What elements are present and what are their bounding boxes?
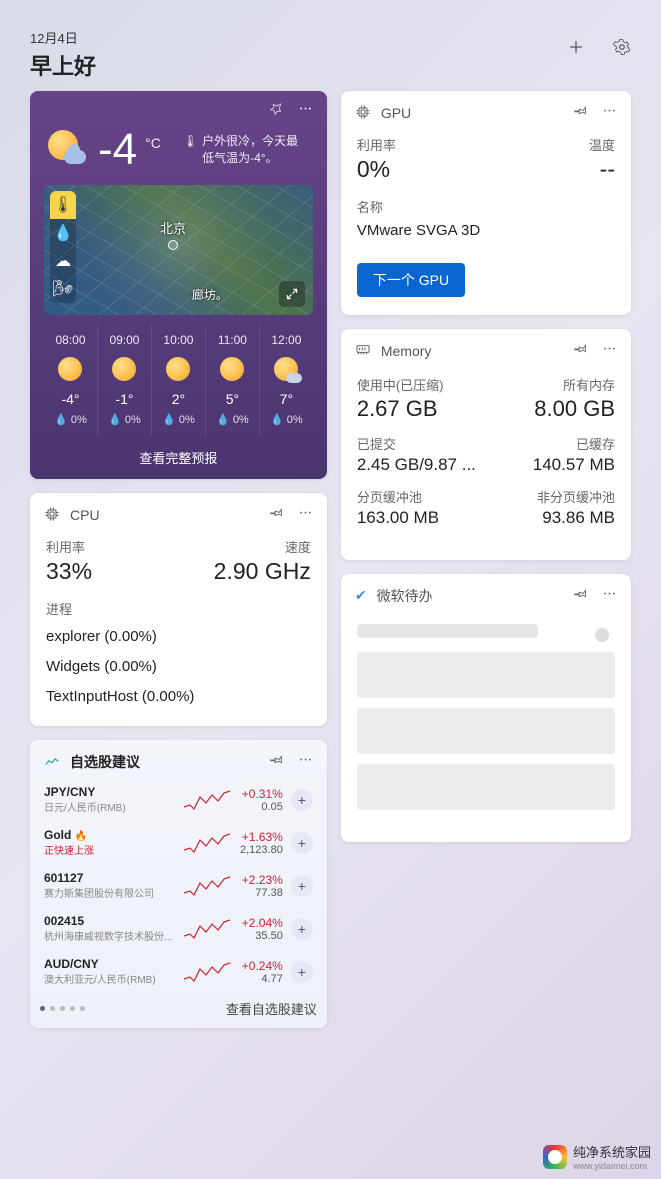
mem-commit: 2.45 GB/9.87 ...: [357, 455, 476, 475]
map-city-beijing: 北京: [160, 218, 186, 250]
cpu-process-row: explorer (0.00%): [46, 622, 311, 652]
add-stock-button[interactable]: +: [291, 875, 313, 897]
forecast-weather-icon: [166, 357, 190, 381]
forecast-hour[interactable]: 08:00 -4° 💧 0%: [44, 325, 97, 436]
more-icon[interactable]: [602, 586, 617, 606]
current-temp: -4: [98, 125, 137, 175]
pin-icon[interactable]: [573, 586, 588, 606]
todo-title: 微软待办: [377, 586, 433, 606]
settings-icon[interactable]: [613, 38, 631, 61]
cpu-speed: 2.90 GHz: [214, 558, 311, 585]
pin-icon[interactable]: [269, 752, 284, 772]
more-icon[interactable]: [602, 341, 617, 361]
cpu-process-row: Widgets (0.00%): [46, 652, 311, 682]
forecast-weather-icon: [220, 357, 244, 381]
add-stock-button[interactable]: +: [291, 961, 313, 983]
cpu-widget: CPU 利用率速度 33%2.90 GHz 进程 explorer (0.00%…: [30, 493, 327, 726]
todo-placeholder-circle: [595, 628, 609, 642]
chip-icon: [44, 506, 60, 525]
thermometer-icon: 🌡: [183, 133, 198, 150]
cpu-util: 33%: [46, 558, 92, 585]
check-icon: ✔: [355, 587, 367, 604]
forecast-weather-icon: [112, 357, 136, 381]
gpu-temp: --: [600, 156, 615, 183]
watermark: 纯净系统家园 www.yidaimei.com: [543, 1142, 651, 1171]
pagination-dots[interactable]: [40, 1006, 85, 1011]
cpu-process-row: TextInputHost (0.00%): [46, 682, 311, 712]
gpu-util: 0%: [357, 156, 390, 183]
todo-placeholder-block: [357, 764, 615, 810]
stocks-title: 自选股建议: [70, 752, 140, 772]
sparkline-icon: [182, 916, 232, 942]
forecast-hour[interactable]: 09:00 -1° 💧 0%: [97, 325, 151, 436]
todo-widget: ✔ 微软待办: [341, 574, 631, 842]
memory-icon: [355, 341, 371, 360]
stocks-widget: 自选股建议 JPY/CNY 日元/人民币(RMB) +0.31% 0.05 + …: [30, 740, 327, 1028]
stock-row[interactable]: Gold 🔥 正快速上涨 +1.63% 2,123.80 +: [38, 821, 319, 864]
todo-placeholder-line: [357, 624, 538, 638]
weather-condition-icon: [46, 128, 90, 172]
gpu-title: GPU: [381, 105, 411, 121]
weather-map[interactable]: 北京 廊坊。 🌡 💧 ☁ 🌬: [44, 185, 313, 315]
pin-icon[interactable]: [269, 101, 284, 121]
mem-paged: 163.00 MB: [357, 508, 439, 528]
more-icon[interactable]: [298, 101, 313, 121]
sparkline-icon: [182, 959, 232, 985]
header-date: 12月4日: [30, 28, 96, 47]
next-gpu-button[interactable]: 下一个 GPU: [357, 263, 465, 297]
header-greeting: 早上好: [30, 49, 96, 81]
sparkline-icon: [182, 787, 232, 813]
pin-icon[interactable]: [573, 103, 588, 123]
stock-row[interactable]: 002415 杭州海康威视数字技术股份... +2.04% 35.50 +: [38, 907, 319, 950]
stock-row[interactable]: AUD/CNY 澳大利亚元/人民币(RMB) +0.24% 4.77 +: [38, 950, 319, 993]
memory-widget: Memory 使用中(已压缩)所有内存 2.67 GB8.00 GB 已提交已缓…: [341, 329, 631, 560]
add-stock-button[interactable]: +: [291, 832, 313, 854]
weather-widget: -4 °C 🌡 户外很冷，今天最低气温为-4°。 北京 廊坊。 🌡 💧 ☁ 🌬: [30, 91, 327, 479]
mem-cached: 140.57 MB: [533, 455, 615, 475]
mem-total: 8.00 GB: [534, 396, 615, 422]
forecast-hour[interactable]: 12:00 7° 💧 0%: [259, 325, 313, 436]
more-icon[interactable]: [298, 752, 313, 772]
gpu-widget: GPU 利用率温度 0%-- 名称 VMware SVGA 3D 下一个 GPU: [341, 91, 631, 315]
expand-icon[interactable]: [279, 281, 305, 307]
chip-icon: [355, 104, 371, 123]
stocks-icon: [44, 754, 60, 770]
map-city-langfang: 廊坊。: [192, 286, 228, 303]
add-stock-button[interactable]: +: [291, 918, 313, 940]
mem-used: 2.67 GB: [357, 396, 438, 422]
forecast-weather-icon: [58, 357, 82, 381]
more-icon[interactable]: [602, 103, 617, 123]
weather-description: 🌡 户外很冷，今天最低气温为-4°。: [183, 133, 298, 167]
view-stocks-link[interactable]: 查看自选股建议: [226, 999, 317, 1018]
add-stock-button[interactable]: +: [291, 789, 313, 811]
forecast-weather-icon: [274, 357, 298, 381]
gpu-name: VMware SVGA 3D: [341, 216, 631, 257]
stock-row[interactable]: 601127 赛力斯集团股份有限公司 +2.23% 77.38 +: [38, 864, 319, 907]
pin-icon[interactable]: [573, 341, 588, 361]
map-layer-rain-icon[interactable]: 💧: [50, 219, 76, 247]
map-layer-temp-icon[interactable]: 🌡: [50, 191, 76, 219]
sparkline-icon: [182, 873, 232, 899]
pin-icon[interactable]: [269, 505, 284, 525]
todo-placeholder-block: [357, 708, 615, 754]
memory-title: Memory: [381, 343, 432, 359]
forecast-hour[interactable]: 11:00 5° 💧 0%: [205, 325, 259, 436]
more-icon[interactable]: [298, 505, 313, 525]
add-widget-icon[interactable]: [567, 38, 585, 61]
stock-row[interactable]: JPY/CNY 日元/人民币(RMB) +0.31% 0.05 +: [38, 778, 319, 821]
full-forecast-link[interactable]: 查看完整预报: [30, 436, 327, 479]
todo-placeholder-block: [357, 652, 615, 698]
sparkline-icon: [182, 830, 232, 856]
map-layer-wind-icon[interactable]: 🌬: [50, 275, 76, 303]
watermark-logo-icon: [543, 1145, 567, 1169]
forecast-hour[interactable]: 10:00 2° 💧 0%: [151, 325, 205, 436]
cpu-title: CPU: [70, 507, 100, 523]
mem-nonpaged: 93.86 MB: [542, 508, 615, 528]
map-layer-cloud-icon[interactable]: ☁: [50, 247, 76, 275]
